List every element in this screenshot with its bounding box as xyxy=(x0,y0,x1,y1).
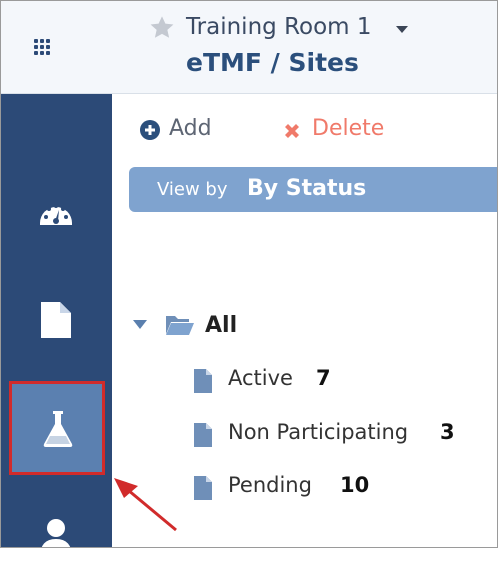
window-frame xyxy=(0,0,498,548)
